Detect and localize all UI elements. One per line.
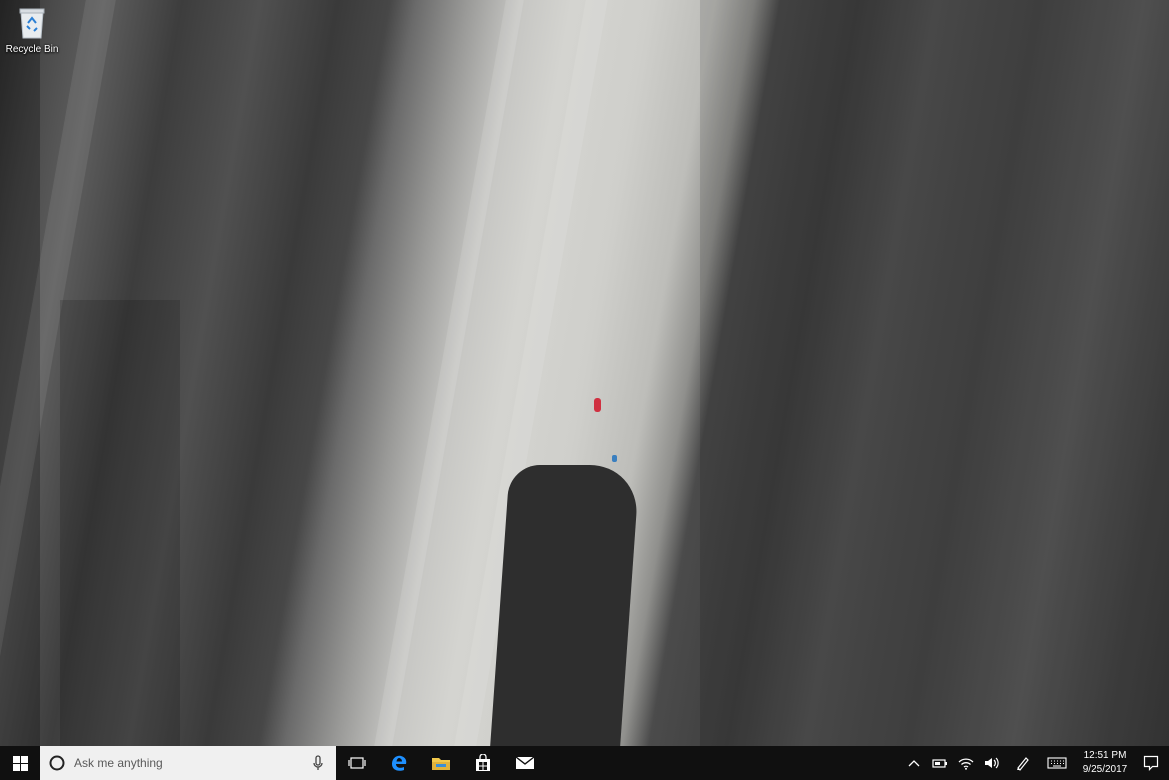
keyboard-icon[interactable]: [1041, 746, 1073, 780]
pen-icon[interactable]: [1005, 746, 1041, 780]
cortana-circle-icon: [49, 755, 65, 771]
desktop-icon-label: Recycle Bin: [5, 44, 59, 55]
battery-icon[interactable]: [927, 746, 953, 780]
wifi-icon[interactable]: [953, 746, 979, 780]
file-explorer-icon: [431, 755, 451, 771]
clock-date: 9/25/2017: [1082, 764, 1128, 775]
taskbar: Ask me anything 12:51 PM 9/25/2017: [0, 746, 1169, 780]
taskbar-app-mail[interactable]: [504, 746, 546, 780]
system-tray: 12:51 PM 9/25/2017: [901, 746, 1169, 780]
rock-pillar: [490, 465, 640, 746]
volume-icon[interactable]: [979, 746, 1005, 780]
taskbar-app-store[interactable]: [462, 746, 504, 780]
desktop-icon-recycle-bin[interactable]: Recycle Bin: [2, 2, 62, 64]
action-center-button[interactable]: [1133, 746, 1169, 780]
wallpaper-shadow: [60, 300, 180, 746]
search-box[interactable]: Ask me anything: [40, 746, 336, 780]
task-view-button[interactable]: [336, 746, 378, 780]
action-center-icon: [1143, 755, 1159, 771]
taskbar-clock[interactable]: 12:51 PM 9/25/2017: [1077, 746, 1133, 780]
taskbar-app-edge[interactable]: [378, 746, 420, 780]
climber-figure: [594, 398, 601, 412]
desktop-wallpaper: [0, 0, 1169, 746]
mail-icon: [515, 756, 535, 770]
clock-time: 12:51 PM: [1083, 750, 1127, 761]
climber-figure: [612, 455, 617, 462]
edge-icon: [390, 754, 408, 772]
wallpaper-shadow: [700, 0, 1169, 746]
recycle-bin-icon: [17, 6, 47, 40]
search-placeholder: Ask me anything: [74, 756, 163, 770]
start-button[interactable]: [0, 746, 40, 780]
taskbar-app-file-explorer[interactable]: [420, 746, 462, 780]
chevron-up-icon[interactable]: [901, 746, 927, 780]
task-view-icon: [348, 756, 366, 770]
store-icon: [474, 754, 492, 772]
microphone-icon[interactable]: [312, 755, 324, 771]
windows-logo-icon: [12, 755, 28, 771]
